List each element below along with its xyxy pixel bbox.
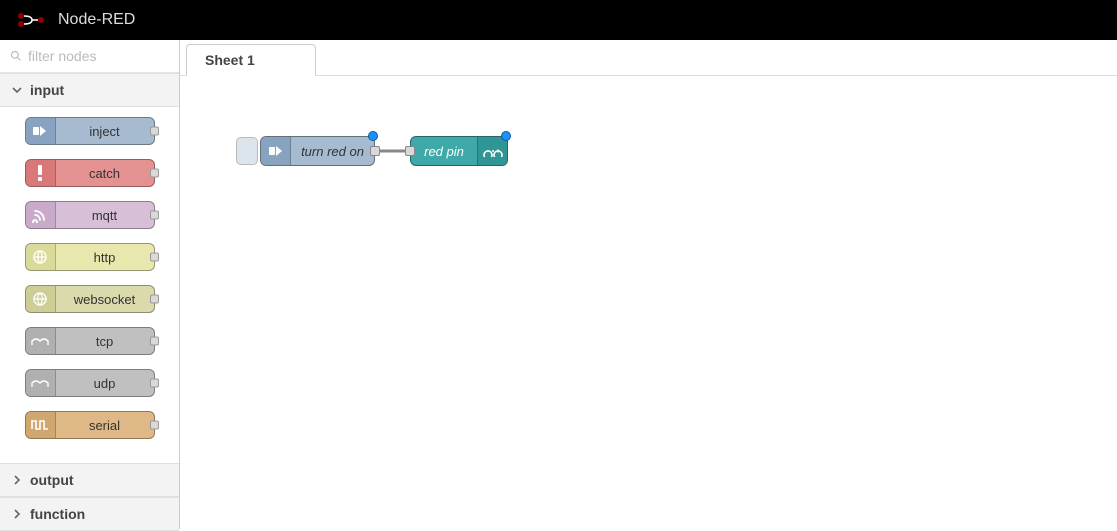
- wire: [180, 76, 580, 276]
- filter-row: [0, 40, 179, 73]
- inject-icon: [261, 137, 291, 165]
- palette-node-tcp[interactable]: tcp: [25, 327, 155, 355]
- output-port: [150, 337, 159, 346]
- palette-node-serial[interactable]: serial: [25, 411, 155, 439]
- palette-node-label: websocket: [56, 292, 154, 307]
- palette-node-label: udp: [56, 376, 154, 391]
- palette-node-http[interactable]: http: [25, 243, 155, 271]
- output-port: [150, 211, 159, 220]
- flow-node-label: red pin: [411, 144, 477, 159]
- flow-canvas[interactable]: turn red on red pin: [180, 76, 1117, 529]
- palette-node-catch[interactable]: catch: [25, 159, 155, 187]
- workspace: Sheet 1 turn red on red pin: [180, 40, 1117, 529]
- palette-node-mqtt[interactable]: mqtt: [25, 201, 155, 229]
- rss-icon: [26, 202, 56, 228]
- search-icon: [10, 50, 22, 62]
- category-header-output[interactable]: output: [0, 463, 179, 497]
- palette-sidebar: input inject catch mqt: [0, 40, 180, 529]
- chevron-right-icon: [12, 475, 22, 485]
- output-port: [150, 379, 159, 388]
- category-header-input[interactable]: input: [0, 73, 179, 107]
- bridge-icon: [26, 328, 56, 354]
- chevron-right-icon: [12, 509, 22, 519]
- category-header-function[interactable]: function: [0, 497, 179, 531]
- tab-sheet-1[interactable]: Sheet 1: [186, 44, 316, 76]
- inject-icon: [26, 118, 56, 144]
- category-label: output: [30, 472, 74, 488]
- output-port: [150, 421, 159, 430]
- output-port[interactable]: [370, 146, 380, 156]
- palette-node-websocket[interactable]: websocket: [25, 285, 155, 313]
- globe-icon: [26, 286, 56, 312]
- arduino-icon: [477, 137, 507, 165]
- palette-node-label: inject: [56, 124, 154, 139]
- app-title: Node-RED: [58, 11, 135, 29]
- output-port: [150, 127, 159, 136]
- palette-node-udp[interactable]: udp: [25, 369, 155, 397]
- output-port: [150, 295, 159, 304]
- flow-node-label: turn red on: [291, 144, 374, 159]
- flow-node-inject[interactable]: turn red on: [260, 136, 375, 166]
- chevron-down-icon: [12, 85, 22, 95]
- input-port[interactable]: [405, 146, 415, 156]
- output-port: [150, 169, 159, 178]
- tab-bar: Sheet 1: [180, 40, 1117, 76]
- category-body-input: inject catch mqtt: [0, 107, 179, 463]
- palette-node-label: serial: [56, 418, 154, 433]
- serial-icon: [26, 412, 56, 438]
- palette-node-label: catch: [56, 166, 154, 181]
- palette-node-label: mqtt: [56, 208, 154, 223]
- flow-node-arduino[interactable]: red pin: [410, 136, 508, 166]
- globe-icon: [26, 244, 56, 270]
- changed-indicator: [368, 131, 378, 141]
- bridge-icon: [26, 370, 56, 396]
- top-bar: Node-RED: [0, 0, 1117, 40]
- logo-icon: [16, 11, 46, 29]
- output-port: [150, 253, 159, 262]
- palette-node-label: tcp: [56, 334, 154, 349]
- inject-trigger-button[interactable]: [236, 137, 258, 165]
- alert-icon: [26, 160, 56, 186]
- changed-indicator: [501, 131, 511, 141]
- palette-node-label: http: [56, 250, 154, 265]
- category-label: function: [30, 506, 85, 522]
- filter-input[interactable]: [28, 48, 169, 64]
- palette-node-inject[interactable]: inject: [25, 117, 155, 145]
- category-label: input: [30, 82, 64, 98]
